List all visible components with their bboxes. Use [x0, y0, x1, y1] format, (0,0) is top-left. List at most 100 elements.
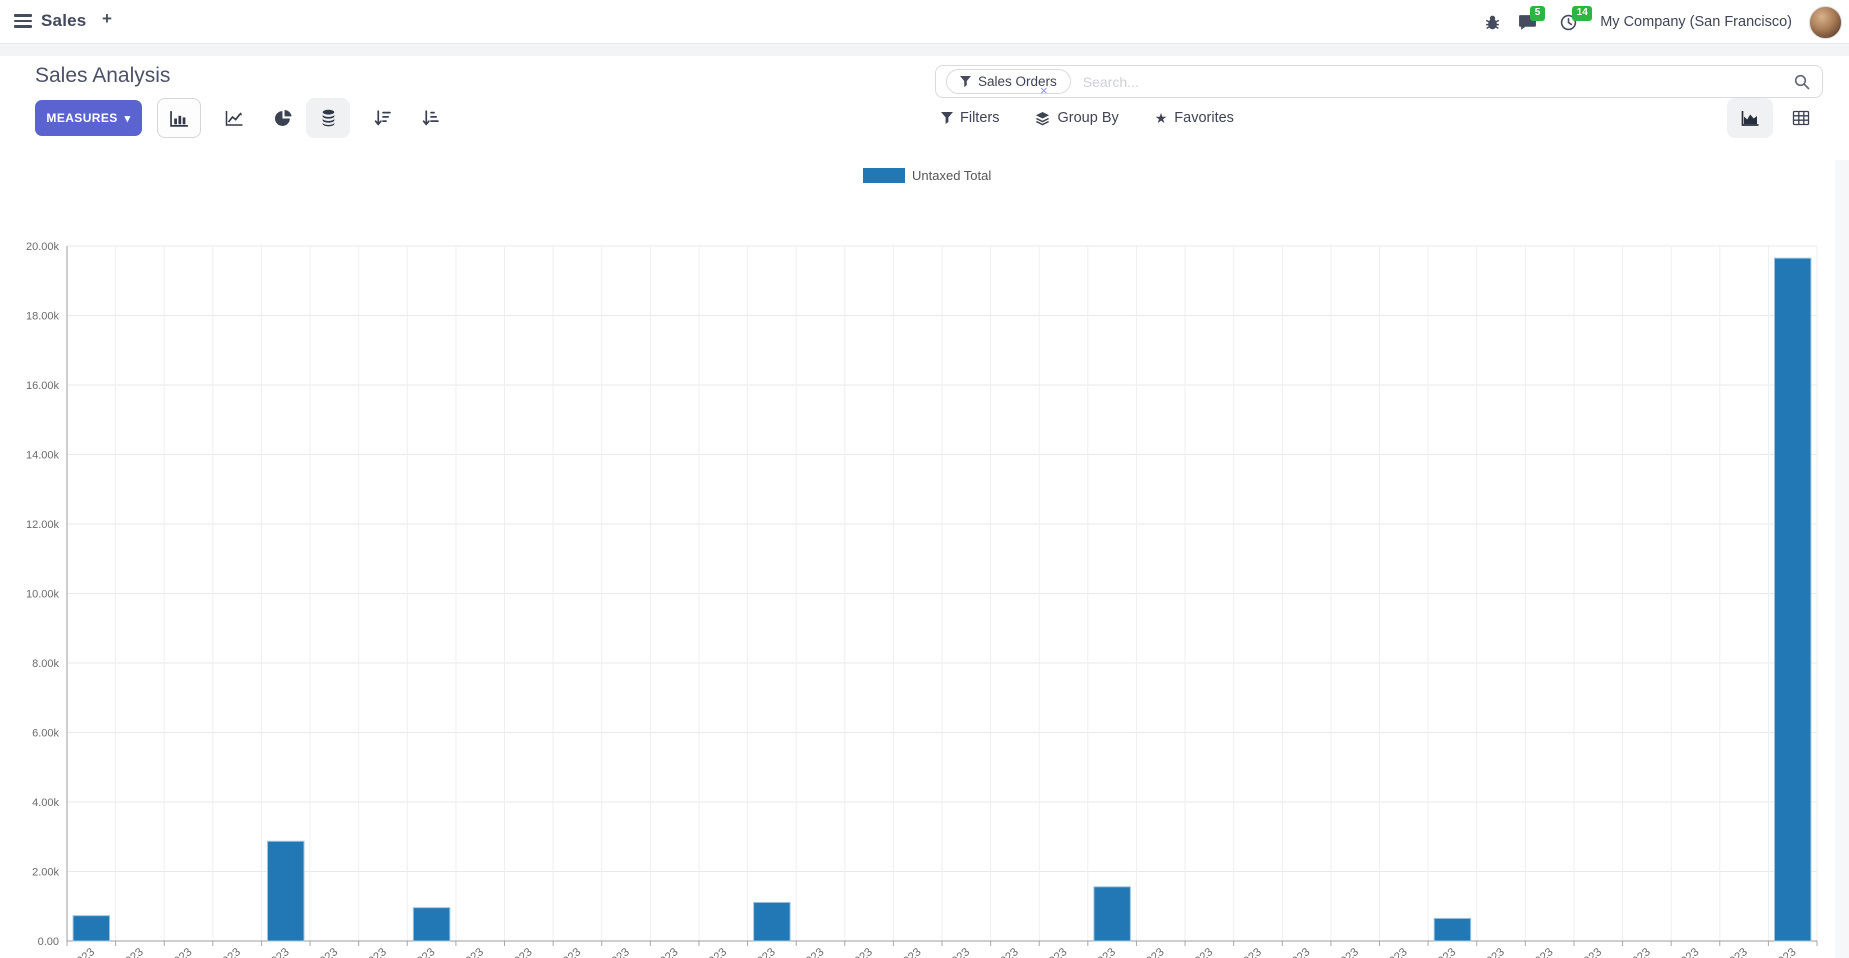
x-axis-tick-label: 29 Jan 2023	[1013, 946, 1069, 958]
filter-funnel-icon	[960, 76, 971, 87]
sort-desc-icon	[374, 109, 391, 126]
bar[interactable]	[753, 901, 791, 942]
x-axis-tick-label: 19 Jan 2023	[527, 946, 583, 958]
x-axis-tick-label: 12 Jan 2023	[187, 946, 243, 958]
stacked-toggle-button[interactable]	[306, 98, 350, 138]
messages-icon[interactable]: 5	[1518, 5, 1545, 31]
sort-descending-button[interactable]	[360, 98, 404, 138]
group-by-label: Group By	[1057, 110, 1119, 126]
x-axis-tick-label: 26 Jan 2023	[867, 946, 923, 958]
filter-funnel-icon	[941, 112, 953, 124]
bar-chart-mode-button[interactable]	[157, 98, 201, 138]
x-axis-tick-label: 06 Feb 2023	[1401, 946, 1458, 958]
measures-button[interactable]: MEASURES ▾	[35, 100, 142, 136]
y-axis-tick-label: 14.00k	[26, 450, 60, 462]
y-axis-tick-label: 2.00k	[32, 867, 59, 879]
area-chart-icon	[1741, 111, 1758, 126]
x-axis-tick-label: 22 Jan 2023	[673, 946, 729, 958]
x-axis-tick-label: 02 Feb 2023	[1207, 946, 1264, 958]
x-axis-tick-label: 27 Jan 2023	[916, 946, 972, 958]
x-axis-tick-label: 11 Jan 2023	[139, 946, 195, 958]
y-axis-tick-label: 8.00k	[32, 658, 59, 670]
filters-menu-button[interactable]: Filters	[941, 110, 999, 126]
sort-asc-icon	[422, 109, 439, 126]
bar[interactable]	[1433, 917, 1472, 942]
navbar-right-group: 5 14 My Company (San Francisco)	[1484, 0, 1842, 44]
bar[interactable]	[1093, 886, 1131, 942]
x-axis-tick-label: 01 Feb 2023	[1158, 946, 1215, 958]
pivot-table-icon	[1792, 110, 1810, 126]
bar[interactable]	[412, 907, 451, 942]
content-area: Sales Analysis Sales Orders × MEASURES ▾	[0, 56, 1849, 958]
x-axis-tick-label: 15 Jan 2023	[333, 946, 389, 958]
x-axis-tick-label: 04 Feb 2023	[1304, 946, 1361, 958]
x-axis-tick-label: 25 Jan 2023	[819, 946, 875, 958]
caret-down-icon: ▾	[124, 112, 131, 125]
line-chart-icon	[225, 111, 242, 126]
y-axis-tick-label: 18.00k	[26, 311, 60, 323]
search-facet-sales-orders[interactable]: Sales Orders	[946, 69, 1071, 94]
layers-icon	[1036, 111, 1050, 125]
graph-view-switch-button[interactable]	[1727, 98, 1773, 138]
company-switcher[interactable]: My Company (San Francisco)	[1600, 14, 1792, 30]
filters-label: Filters	[960, 110, 1000, 126]
x-axis-tick-label: 24 Jan 2023	[770, 946, 826, 958]
scroll-gutter	[1835, 160, 1849, 958]
x-axis-tick-label: 17 Jan 2023	[430, 946, 486, 958]
page-title: Sales Analysis	[35, 64, 171, 87]
user-avatar[interactable]	[1809, 5, 1842, 39]
star-icon: ★	[1154, 110, 1168, 126]
y-axis-tick-label: 4.00k	[32, 797, 59, 809]
x-axis-tick-label: 21 Jan 2023	[624, 946, 680, 958]
facet-remove-icon[interactable]: ×	[1040, 84, 1048, 97]
group-by-menu-button[interactable]: Group By	[1035, 110, 1119, 126]
x-axis-tick-label: 18 Jan 2023	[479, 946, 535, 958]
y-axis-tick-label: 6.00k	[32, 728, 59, 740]
sort-ascending-button[interactable]	[408, 98, 452, 138]
x-axis-tick-label: 12 Feb 2023	[1693, 946, 1750, 958]
search-bar[interactable]: Sales Orders	[935, 65, 1823, 98]
x-axis-tick-label: 13 Feb 2023	[1741, 946, 1798, 958]
x-axis-tick-label: 10 Feb 2023	[1596, 946, 1653, 958]
search-input[interactable]	[1082, 73, 1794, 90]
y-axis-tick-label: 12.00k	[26, 519, 60, 531]
x-axis-tick-label: 14 Jan 2023	[284, 946, 340, 958]
favorites-menu-button[interactable]: ★ Favorites	[1155, 110, 1234, 126]
x-axis-tick-label: 10 Jan 2023	[90, 946, 146, 958]
y-axis-tick-label: 16.00k	[26, 380, 60, 392]
x-axis-tick-label: 07 Feb 2023	[1450, 946, 1507, 958]
messages-count-badge: 5	[1530, 5, 1545, 21]
top-navbar: Sales + 5 14 My Company (San Francisco)	[0, 0, 1849, 44]
bar[interactable]	[72, 915, 111, 942]
search-options-row: Filters Group By ★ Favorites	[941, 98, 1234, 138]
hamburger-menu-icon[interactable]	[14, 14, 32, 28]
y-axis-tick-label: 20.00k	[26, 241, 60, 253]
x-axis-tick-label: 23 Jan 2023	[722, 946, 778, 958]
measures-label: MEASURES	[46, 111, 118, 125]
plus-icon[interactable]: +	[102, 9, 112, 29]
search-icon[interactable]	[1794, 74, 1810, 90]
app-name[interactable]: Sales	[41, 11, 86, 31]
x-axis-tick-label: 11 Feb 2023	[1645, 946, 1702, 958]
pie-chart-mode-button[interactable]	[261, 98, 305, 138]
pivot-view-switch-button[interactable]	[1779, 98, 1823, 138]
x-axis-tick-label: 31 Jan 2023	[1110, 946, 1166, 958]
sales-analysis-bar-chart: 0.00 2.00k 4.00k 6.00k 8.00k 10.00k 12.00k 14.0…	[26, 241, 1818, 958]
debug-bug-icon[interactable]	[1484, 14, 1501, 31]
bar[interactable]	[1773, 257, 1812, 942]
x-axis-tick-label: 03 Feb 2023	[1255, 946, 1312, 958]
x-axis-tick-label: 16 Jan 2023	[381, 946, 437, 958]
bar-chart-icon	[169, 110, 188, 127]
activities-count-badge: 14	[1572, 5, 1593, 21]
x-axis-tick-label: 05 Feb 2023	[1353, 946, 1410, 958]
x-axis-tick-label: 13 Jan 2023	[235, 946, 291, 958]
bar[interactable]	[267, 840, 305, 942]
x-axis-tick-label: 28 Jan 2023	[965, 946, 1021, 958]
line-chart-mode-button[interactable]	[212, 98, 256, 138]
favorites-label: Favorites	[1174, 110, 1234, 126]
y-axis-tick-label: 0.00	[38, 936, 59, 948]
pie-chart-icon	[274, 109, 292, 126]
activities-clock-icon[interactable]: 14	[1560, 5, 1593, 31]
x-axis-tick-label: 09 Feb 2023	[1547, 946, 1604, 958]
database-stack-icon	[322, 109, 334, 127]
